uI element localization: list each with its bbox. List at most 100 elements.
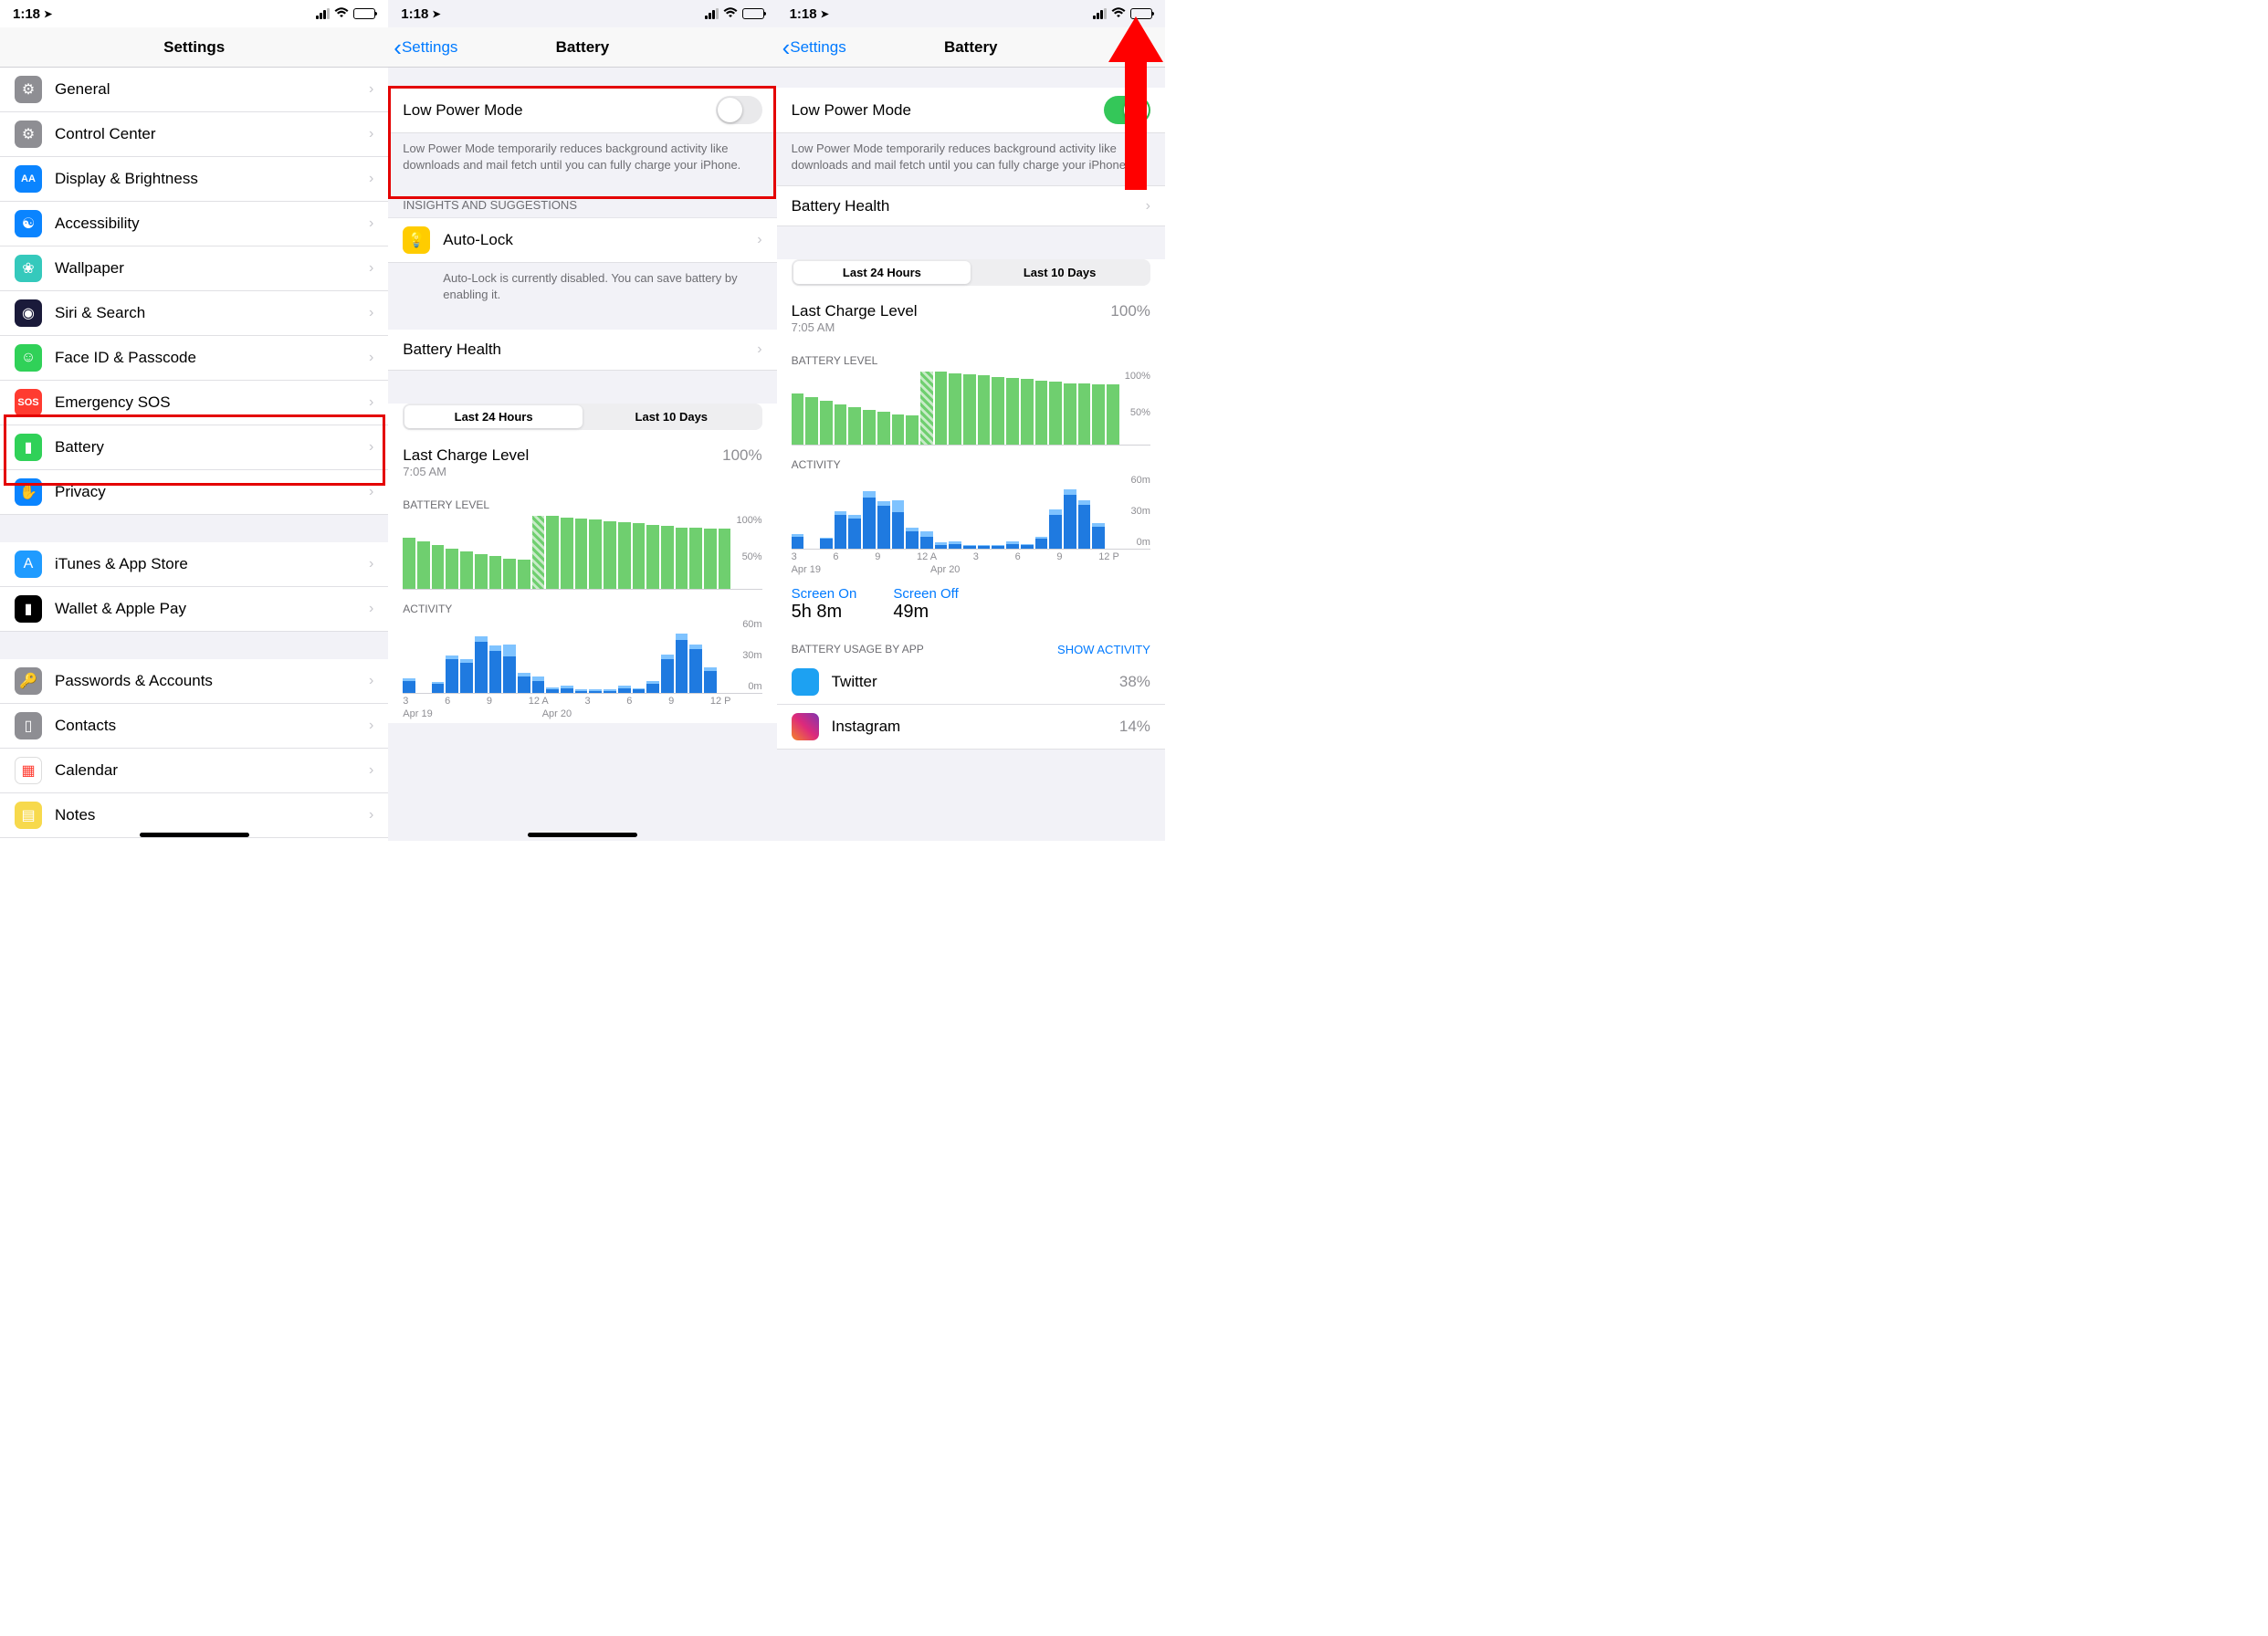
key-icon: 🔑 bbox=[15, 667, 42, 695]
low-power-mode-row[interactable]: Low Power Mode bbox=[777, 88, 1165, 133]
battery-bar bbox=[561, 518, 573, 589]
activity-bar bbox=[689, 645, 702, 693]
status-time: 1:18 bbox=[401, 6, 428, 22]
seg-10d[interactable]: Last 10 Days bbox=[583, 405, 761, 428]
activity-bar bbox=[561, 686, 573, 693]
settings-row-notes[interactable]: ▤Notes› bbox=[0, 793, 388, 838]
activity-bar bbox=[920, 531, 933, 549]
settings-list[interactable]: ⚙General›⚙Control Center›AADisplay & Bri… bbox=[0, 68, 388, 841]
x-tick: 12 A bbox=[529, 696, 549, 707]
home-indicator[interactable] bbox=[140, 833, 249, 837]
settings-row-control-center[interactable]: ⚙Control Center› bbox=[0, 112, 388, 157]
accessibility-icon: ☯ bbox=[15, 210, 42, 237]
wifi-icon bbox=[334, 6, 349, 22]
battery-bar bbox=[403, 538, 415, 589]
battery-bar bbox=[1107, 384, 1119, 445]
time-range-segmented[interactable]: Last 24 Hours Last 10 Days bbox=[403, 404, 761, 430]
low-power-mode-toggle[interactable] bbox=[716, 96, 762, 124]
battery-bar bbox=[963, 374, 976, 446]
time-range-segmented[interactable]: Last 24 Hours Last 10 Days bbox=[792, 259, 1150, 286]
x-tick: 9 bbox=[1056, 551, 1062, 562]
activity-bar bbox=[820, 538, 833, 549]
lightbulb-icon: 💡 bbox=[403, 226, 430, 254]
settings-row-emergency-sos[interactable]: SOSEmergency SOS› bbox=[0, 381, 388, 425]
row-label: Privacy bbox=[55, 483, 369, 501]
settings-row-itunes-app-store[interactable]: AiTunes & App Store› bbox=[0, 542, 388, 587]
activity-bar bbox=[848, 515, 861, 549]
battery-status-icon-yellow bbox=[1130, 8, 1152, 19]
low-power-mode-row[interactable]: Low Power Mode bbox=[388, 88, 776, 133]
last-charge-time: 7:05 AM bbox=[403, 465, 722, 478]
y-tick-60m: 60m bbox=[1121, 475, 1150, 486]
activity-header: ACTIVITY bbox=[792, 458, 841, 471]
settings-row-contacts[interactable]: ▯Contacts› bbox=[0, 704, 388, 749]
settings-row-privacy[interactable]: ✋Privacy› bbox=[0, 470, 388, 515]
battery-bar bbox=[1064, 383, 1076, 445]
activity-bar bbox=[589, 689, 602, 693]
row-label: Battery bbox=[55, 438, 369, 456]
app-usage-row-instagram[interactable]: Instagram14% bbox=[777, 705, 1165, 750]
x-tick: 9 bbox=[487, 696, 492, 707]
activity-chart: 60m30m0m 36912 A36912 P Apr 19 Apr 20 bbox=[777, 475, 1165, 579]
activity-bar bbox=[1078, 500, 1091, 549]
seg-10d[interactable]: Last 10 Days bbox=[971, 261, 1149, 284]
show-activity-link[interactable]: SHOW ACTIVITY bbox=[1057, 643, 1150, 656]
battery-bar bbox=[949, 373, 961, 445]
back-button[interactable]: ‹ Settings bbox=[394, 27, 457, 68]
seg-24h[interactable]: Last 24 Hours bbox=[793, 261, 971, 284]
battery-bar bbox=[1021, 379, 1034, 445]
activity-bar bbox=[704, 667, 717, 693]
cellular-icon bbox=[1093, 8, 1107, 19]
low-power-mode-label: Low Power Mode bbox=[403, 101, 715, 120]
battery-bar bbox=[906, 415, 919, 445]
activity-bar bbox=[460, 659, 473, 693]
battery-health-label: Battery Health bbox=[792, 197, 1146, 215]
home-indicator[interactable] bbox=[528, 833, 637, 837]
activity-bar bbox=[446, 655, 458, 693]
activity-bar bbox=[863, 491, 876, 549]
battery-bar bbox=[920, 372, 933, 445]
settings-row-passwords-accounts[interactable]: 🔑Passwords & Accounts› bbox=[0, 659, 388, 704]
chevron-right-icon: › bbox=[757, 341, 761, 358]
auto-lock-row[interactable]: 💡 Auto-Lock › bbox=[388, 218, 776, 263]
low-power-mode-toggle[interactable] bbox=[1104, 96, 1150, 124]
back-button[interactable]: ‹ Settings bbox=[782, 27, 846, 68]
wallet-icon: ▮ bbox=[15, 595, 42, 623]
x-tick: 3 bbox=[403, 696, 408, 707]
battery-bar bbox=[489, 556, 502, 589]
chevron-right-icon: › bbox=[369, 305, 373, 321]
settings-row-reminders[interactable]: ☰Reminders› bbox=[0, 838, 388, 841]
settings-row-battery[interactable]: ▮Battery› bbox=[0, 425, 388, 470]
settings-row-calendar[interactable]: ▦Calendar› bbox=[0, 749, 388, 793]
row-label: General bbox=[55, 80, 369, 99]
battery-bar bbox=[877, 412, 890, 445]
settings-row-accessibility[interactable]: ☯Accessibility› bbox=[0, 202, 388, 246]
status-bar: 1:18 ➤ bbox=[0, 0, 388, 27]
battery-icon: ▮ bbox=[15, 434, 42, 461]
usage-by-app-header: BATTERY USAGE BY APP bbox=[792, 643, 924, 656]
settings-row-siri-search[interactable]: ◉Siri & Search› bbox=[0, 291, 388, 336]
activity-bar bbox=[935, 542, 948, 549]
battery-health-row[interactable]: Battery Health › bbox=[777, 185, 1165, 226]
settings-row-wallet-apple-pay[interactable]: ▮Wallet & Apple Pay› bbox=[0, 587, 388, 632]
settings-row-general[interactable]: ⚙General› bbox=[0, 68, 388, 112]
settings-row-face-id-passcode[interactable]: ☺Face ID & Passcode› bbox=[0, 336, 388, 381]
last-charge-pct: 100% bbox=[722, 446, 761, 465]
battery-bar bbox=[863, 410, 876, 445]
seg-24h[interactable]: Last 24 Hours bbox=[404, 405, 583, 428]
battery-health-row[interactable]: Battery Health › bbox=[388, 330, 776, 371]
activity-bar bbox=[992, 545, 1004, 549]
chevron-right-icon: › bbox=[369, 126, 373, 142]
battery-status-icon bbox=[353, 8, 375, 19]
last-charge-label: Last Charge Level bbox=[403, 446, 722, 465]
activity-bar bbox=[489, 645, 502, 693]
activity-bar bbox=[546, 687, 559, 694]
activity-bar bbox=[661, 655, 674, 694]
app-usage-row-twitter[interactable]: Twitter38% bbox=[777, 660, 1165, 705]
x-tick: 6 bbox=[1015, 551, 1021, 562]
settings-row-display-brightness[interactable]: AADisplay & Brightness› bbox=[0, 157, 388, 202]
chevron-right-icon: › bbox=[369, 171, 373, 187]
settings-row-wallpaper[interactable]: ❀Wallpaper› bbox=[0, 246, 388, 291]
activity-bar bbox=[978, 545, 991, 549]
activity-bar bbox=[618, 686, 631, 693]
